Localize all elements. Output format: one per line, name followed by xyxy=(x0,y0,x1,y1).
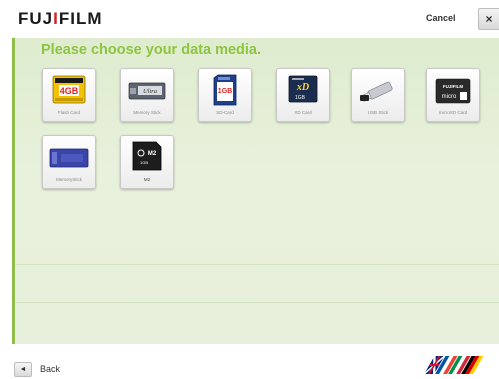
memory-stick-pro-icon: Ultra xyxy=(128,82,166,100)
usb-stick-icon xyxy=(360,81,393,102)
svg-text:Ultra: Ultra xyxy=(143,88,157,95)
divider xyxy=(15,264,499,265)
memory-stick-icon xyxy=(49,148,89,168)
page-title: Please choose your data media. xyxy=(41,42,262,58)
header: FUJIFILM Cancel × xyxy=(0,0,499,38)
svg-text:FUJIFILM: FUJIFILM xyxy=(443,84,463,89)
back-label[interactable]: Back xyxy=(40,364,60,374)
media-tile-memorystick[interactable]: MemoryStick xyxy=(42,135,96,189)
cancel-button[interactable]: × xyxy=(478,8,499,30)
compact-flash-card-icon: 4GB xyxy=(52,75,86,104)
svg-text:micro: micro xyxy=(442,94,457,100)
fujifilm-logo: FUJIFILM xyxy=(18,9,103,28)
media-tile-microsd-card[interactable]: FUJIFILM micro microSD Card xyxy=(426,68,480,122)
svg-text:1GB: 1GB xyxy=(295,95,306,101)
media-tile-flash-card[interactable]: 4GB Flash Card xyxy=(42,68,96,122)
m2-card-icon: M2 1GB xyxy=(132,141,162,171)
media-tile-m2[interactable]: M2 1GB M2 xyxy=(120,135,174,189)
media-label: Flash Card xyxy=(57,110,80,115)
microsd-card-icon: FUJIFILM micro xyxy=(435,78,471,104)
media-label: Memory Stick xyxy=(133,110,161,115)
media-tile-xd-card[interactable]: xD 1GB XD Card xyxy=(276,68,330,122)
divider xyxy=(15,302,499,303)
media-label: XD Card xyxy=(294,110,312,115)
back-button[interactable]: ◄ xyxy=(14,362,32,377)
language-flags-icon[interactable] xyxy=(420,350,496,376)
sd-card-icon: 1GB xyxy=(213,74,237,106)
svg-text:1GB: 1GB xyxy=(140,160,148,165)
back-arrow-icon: ◄ xyxy=(19,366,27,373)
svg-text:4GB: 4GB xyxy=(60,86,79,96)
media-tile-usb-stick[interactable]: USB Stick xyxy=(351,68,405,122)
media-label: SD-Card xyxy=(216,110,234,115)
xd-card-icon: xD 1GB xyxy=(288,75,318,103)
cancel-label[interactable]: Cancel xyxy=(426,13,456,23)
close-icon: × xyxy=(485,12,493,26)
media-label: M2 xyxy=(143,177,151,182)
media-label: MemoryStick xyxy=(55,177,82,182)
media-label: USB Stick xyxy=(367,110,389,115)
svg-text:M2: M2 xyxy=(148,151,157,157)
svg-text:1GB: 1GB xyxy=(218,88,232,95)
media-tile-memory-stick[interactable]: Ultra Memory Stick xyxy=(120,68,174,122)
media-tile-sd-card[interactable]: 1GB SD-Card xyxy=(198,68,252,122)
media-label: microSD Card xyxy=(438,110,468,115)
svg-text:xD: xD xyxy=(296,82,309,93)
footer: ◄ Back xyxy=(0,344,499,379)
media-selection-panel: Please choose your data media. 4GB Flash… xyxy=(12,38,499,344)
